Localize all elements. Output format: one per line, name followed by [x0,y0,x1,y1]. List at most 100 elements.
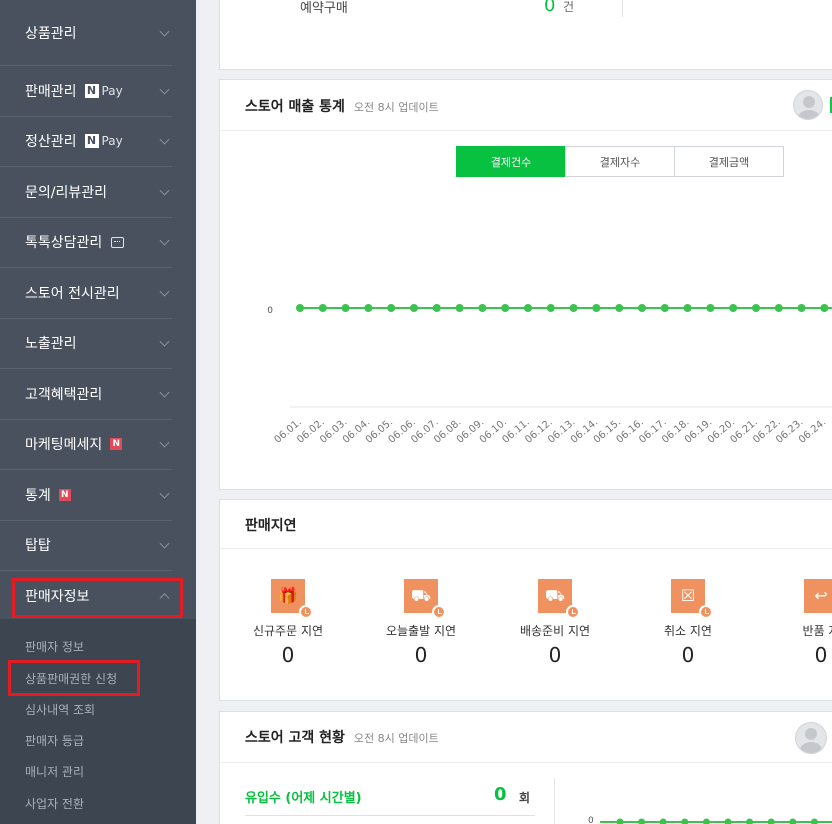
delay-label: 오늘출발 지연 [385,624,457,638]
sidebar-item-statistics[interactable]: 통계 N [0,470,172,521]
sales-stats-card: 스토어 매출 통계 오전 8시 업데이트 결제건수 결제자수 결제금액 0 06.… [219,79,832,490]
inflow-data-point[interactable] [702,818,710,824]
divider [220,548,832,549]
data-point[interactable] [341,304,350,312]
delay-new-order[interactable]: 🎁 신규주문 지연 0 [243,579,333,667]
submenu-item-seller-grade[interactable]: 판매자 등급 [25,732,84,749]
clock-icon [566,605,580,619]
sidebar-item-inquiry-review[interactable]: 문의/리뷰관리 [0,167,172,218]
inflow-data-point[interactable] [616,818,624,824]
sidebar-item-store-display[interactable]: 스토어 전시관리 [0,268,172,319]
sidebar-item-talktalk[interactable]: 톡톡상담관리 [0,218,172,268]
data-point[interactable] [797,304,806,312]
sales-delay-title: 판매지연 [245,518,297,534]
data-point[interactable] [660,304,669,312]
delay-shipping-prep[interactable]: ⛟ 배송준비 지연 0 [510,579,600,667]
sidebar-item-sales[interactable]: 판매관리 N Pay [0,66,172,117]
chevron-down-icon [159,235,170,246]
data-point[interactable] [706,304,715,312]
delay-label: 배송준비 지연 [519,624,591,638]
chevron-down-icon [159,437,170,448]
sales-line-chart: 0 06.01.06.02.06.03.06.04.06.05.06.06.06… [267,304,832,446]
sidebar-item-customer-benefit[interactable]: 고객혜택관리 [0,369,172,420]
chevron-down-icon [159,84,170,95]
data-point[interactable] [546,304,555,312]
delay-value: 0 [281,643,295,667]
inflow-data-point[interactable] [767,818,775,824]
sidebar-item-label: 노출관리 [25,336,77,353]
data-point[interactable] [524,304,532,312]
inflow-chart-tick: 0 [588,816,594,824]
sidebar-item-marketing-message[interactable]: 마케팅메세지 N [0,420,172,470]
data-point[interactable] [683,304,692,312]
npay-text: Pay [101,83,123,98]
data-point[interactable] [774,304,783,312]
inflow-data-point[interactable] [789,818,797,824]
delay-cancel[interactable]: ☒ 취소 지연 0 [643,579,733,667]
sidebar-item-products[interactable]: 상품관리 [0,0,172,66]
sidebar-item-settlement[interactable]: 정산관리 N Pay [0,117,172,167]
data-point[interactable] [410,304,418,312]
inflow-data-point[interactable] [659,818,667,824]
data-point[interactable] [318,304,327,312]
divider [554,778,555,824]
data-point[interactable] [638,304,646,312]
data-point[interactable] [752,304,760,312]
highlight-box [12,578,183,618]
inflow-data-point[interactable] [638,818,646,824]
reservation-label: 예약구매 [300,1,348,16]
inflow-data-point[interactable] [810,818,818,824]
talk-icon [111,236,125,248]
data-point[interactable] [569,304,578,312]
npay-text: Pay [101,134,123,149]
avatar[interactable] [795,722,827,754]
sidebar-item-label: 통계 [25,487,51,504]
sidebar-item-label: 톡톡상담관리 [25,235,103,252]
npay-badge: N Pay [84,83,123,98]
delay-return[interactable]: ↩ 반품 지 0 [776,579,832,667]
submenu-item-review-history[interactable]: 심사내역 조회 [25,701,95,718]
reservation-unit: 건 [563,0,575,14]
inflow-label: 유입수 (어제 시간별) [245,791,362,806]
delay-value: 0 [548,643,562,667]
data-point[interactable] [387,304,396,312]
new-badge: N [110,438,123,451]
inflow-data-point[interactable] [746,818,754,824]
submenu-item-manager[interactable]: 매니저 관리 [25,763,84,780]
data-point[interactable] [455,304,464,312]
npay-n-icon: N [84,83,99,98]
new-badge: N [58,488,71,501]
sidebar-item-taptap[interactable]: 탑탑 [0,521,172,571]
data-point[interactable] [501,304,510,312]
delay-today-dispatch[interactable]: ⛟ 오늘출발 지연 0 [376,579,466,667]
chevron-down-icon [159,488,170,499]
reservation-value: 0 [544,0,556,16]
data-point[interactable] [592,304,601,312]
inflow-data-point[interactable] [724,818,732,824]
data-point[interactable] [729,304,738,312]
delay-label: 반품 지 [802,624,832,638]
submenu-item-business-conversion[interactable]: 사업자 전환 [25,795,84,812]
data-point[interactable] [820,304,829,312]
data-point[interactable] [432,304,441,312]
sidebar-item-label: 판매관리 [25,83,77,100]
data-point[interactable] [615,304,624,312]
divider [220,762,832,763]
sidebar-item-label: 마케팅메세지 [25,437,103,454]
customer-stats-title: 스토어 고객 현황 [245,730,345,746]
inflow-value: 0 [494,784,507,805]
chevron-down-icon [159,26,170,37]
data-point[interactable] [364,304,373,312]
data-point[interactable] [478,304,487,312]
delay-label: 취소 지연 [664,624,712,638]
chevron-down-icon [159,336,170,347]
inflow-unit: 회 [519,791,531,805]
submenu-item-seller-info[interactable]: 판매자 정보 [25,638,84,655]
chevron-down-icon [159,387,170,398]
data-point[interactable] [296,304,304,312]
card-title: 스토어 고객 현황 오전 8시 업데이트 [245,727,439,747]
sidebar-item-seller-info[interactable]: 판매자정보 [0,571,183,622]
update-time: 오전 8시 업데이트 [353,732,439,745]
sidebar-item-exposure[interactable]: 노출관리 [0,319,172,369]
inflow-data-point[interactable] [681,818,689,824]
